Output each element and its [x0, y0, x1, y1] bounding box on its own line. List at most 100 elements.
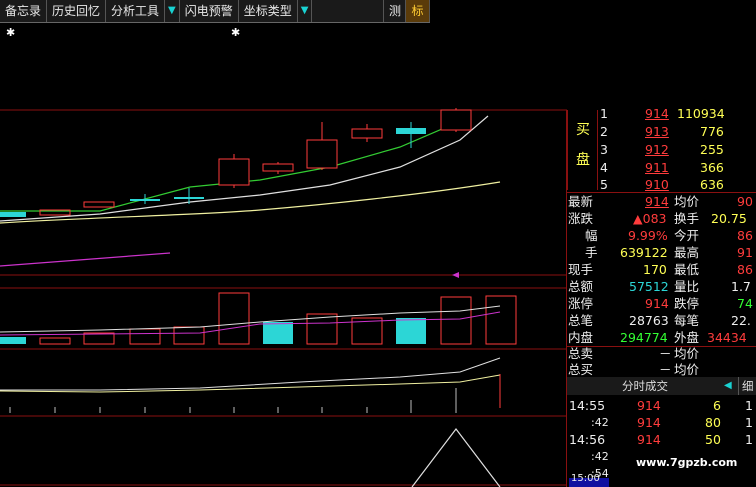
axis-type-dropdown-icon[interactable]: ▼: [298, 0, 313, 22]
buy-level-price: 912: [645, 142, 669, 157]
crosshair-marker-icon: ✱: [6, 26, 15, 39]
stat-value: 57512: [629, 279, 669, 294]
stat-value: 86: [737, 228, 753, 243]
tick-tabs: 分时成交 ◀ 细: [567, 377, 756, 395]
stat-label: 总额: [568, 279, 594, 294]
tick-time: 14:55: [569, 398, 606, 413]
volume-bar: [129, 328, 161, 345]
stat-label: 均价: [674, 194, 700, 209]
stat-value: 34434: [707, 330, 747, 345]
history-recall-button[interactable]: 历史回忆: [47, 0, 107, 22]
toolbar-blank-field[interactable]: [312, 0, 384, 22]
stat-value: －: [659, 362, 672, 377]
stat-value: 294774: [620, 330, 668, 345]
indicator-peak-line: [411, 428, 501, 487]
tick-count: 1: [745, 398, 753, 413]
volume-bar: [263, 322, 293, 344]
tick-count: 1: [745, 415, 753, 430]
stat-label: 最高: [674, 245, 700, 260]
analysis-tools-button[interactable]: 分析工具: [106, 0, 166, 22]
stat-row: 最新 914 均价 90: [567, 193, 756, 210]
memo-button[interactable]: 备忘录: [0, 0, 48, 22]
buy-level-volume: 636: [700, 177, 724, 192]
buy-level-volume: 776: [700, 124, 724, 139]
volume-bar: [396, 318, 426, 344]
axis-type-button[interactable]: 坐标类型: [239, 0, 298, 22]
stat-label: 涨停: [568, 296, 594, 311]
ma-purple-line: [0, 252, 171, 267]
buy-level-row: 3 912 255: [567, 141, 756, 158]
buy-level-volume: 366: [700, 160, 724, 175]
buy-level-index: 2: [600, 124, 608, 139]
stat-label: 涨跌: [568, 211, 594, 226]
stat-value: 91: [737, 245, 753, 260]
tab-detail[interactable]: 细: [738, 377, 754, 395]
bottom-time-label: 15:00: [571, 473, 600, 484]
toolbar: 备忘录 历史回忆 分析工具 ▼ 闪电预警 坐标类型 ▼ 测 标: [0, 0, 430, 23]
stat-label: 总卖: [568, 346, 594, 361]
stat-label: 现手: [568, 262, 594, 277]
stat-label: 最新: [568, 194, 594, 209]
buy-level-price: 911: [645, 160, 669, 175]
tick-price: 914: [637, 432, 661, 447]
signal-marker-icon: [452, 272, 459, 278]
total-buy-row: 总买 － 均价: [567, 361, 756, 378]
mark-button[interactable]: 标: [406, 0, 430, 22]
tick-count: 1: [745, 432, 753, 447]
stat-value: 9.99%: [628, 228, 668, 243]
candlesticks: [0, 108, 472, 217]
ma-yellow-line: [0, 181, 501, 224]
crosshair-marker-icon: ✱: [231, 26, 240, 39]
flash-alert-button[interactable]: 闪电预警: [180, 0, 239, 22]
buy-level-volume: 255: [700, 142, 724, 157]
stat-label: 今开: [674, 228, 700, 243]
buy-level-index: 3: [600, 142, 608, 157]
indicator-yellow-line: [0, 374, 501, 393]
candle-down: [396, 128, 426, 134]
quote-panel: 买 盘 1 914 110934 2 913 776 3 912 255 4 9…: [567, 106, 756, 487]
stat-value: 90: [737, 194, 753, 209]
tab-time-trades[interactable]: 分时成交: [622, 377, 668, 395]
stat-value: 914: [645, 194, 669, 209]
test-button[interactable]: 测: [384, 0, 406, 22]
stat-label: 均价: [674, 362, 700, 377]
stat-value: 20.75: [711, 211, 747, 226]
volume-bar: [39, 337, 71, 345]
stat-row: 总笔 28763 每笔 22.: [567, 312, 756, 329]
stat-value: 170: [643, 262, 667, 277]
stat-value: 639122: [620, 245, 668, 260]
stat-row: 涨跌 ▲083 换手 20.75: [567, 210, 756, 227]
stat-value: 86: [737, 262, 753, 277]
tick-price: 914: [637, 415, 661, 430]
stat-label: 每笔: [674, 313, 700, 328]
stat-row: 幅 9.99% 今开 86: [567, 227, 756, 244]
volume-bar: [218, 292, 250, 345]
candle-up: [262, 163, 294, 172]
volume-bar: [485, 295, 517, 345]
tick-price: 914: [637, 398, 661, 413]
candle-up: [351, 128, 383, 139]
stat-value: 914: [645, 296, 669, 311]
candle-doji: [130, 199, 160, 201]
stat-label: 均价: [674, 346, 700, 361]
buy-level-row: 4 911 366: [567, 159, 756, 176]
stat-label: 换手: [674, 211, 700, 226]
analysis-tools-dropdown-icon[interactable]: ▼: [165, 0, 180, 22]
stat-label: 总笔: [568, 313, 594, 328]
buy-level-row: 5 910 636: [567, 176, 756, 193]
stat-value: 22.: [731, 313, 751, 328]
candle-doji: [174, 197, 204, 199]
stat-value: 74: [737, 296, 753, 311]
volume-bar: [0, 337, 26, 344]
candle-up: [83, 201, 115, 208]
kline-chart[interactable]: ✱ ✱: [0, 22, 567, 487]
indicator-white-line: [0, 357, 501, 391]
stat-label: 跌停: [674, 296, 700, 311]
stat-label: 量比: [674, 279, 700, 294]
buy-level-index: 4: [600, 160, 608, 175]
stat-row: 涨停 914 跌停 74: [567, 295, 756, 312]
stat-value: ▲083: [633, 211, 667, 226]
tick-time: :42: [591, 450, 609, 463]
tick-volume: 80: [705, 415, 721, 430]
tab-scroll-icon[interactable]: ◀: [724, 377, 732, 395]
